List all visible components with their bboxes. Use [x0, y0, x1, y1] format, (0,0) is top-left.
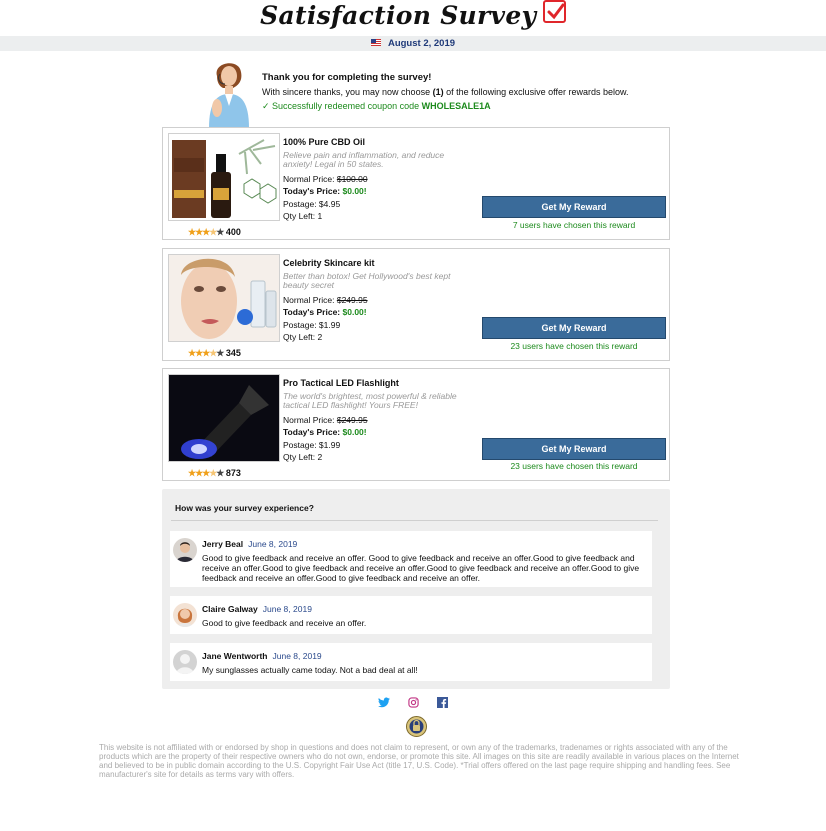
get-reward-button[interactable]: Get My Reward	[482, 438, 666, 460]
rating-stars: ★★★★★ 873	[188, 468, 241, 478]
instagram-icon[interactable]	[408, 695, 419, 713]
chosen-count: 23 users have chosen this reward	[510, 341, 638, 351]
rating-stars: ★★★★★ 345	[188, 348, 241, 358]
us-flag-icon	[370, 38, 381, 46]
thank-you-heading: Thank you for completing the survey!	[262, 72, 432, 83]
avatar	[173, 650, 197, 674]
twitter-icon[interactable]	[377, 695, 390, 713]
today-price: Today's Price: $0.00!	[283, 186, 367, 196]
current-date: August 2, 2019	[387, 38, 456, 49]
review-date: June 8, 2019	[272, 651, 322, 661]
product-description: Relieve pain and inflammation, and reduc…	[283, 149, 445, 169]
product-name: Pro Tactical LED Flashlight	[283, 378, 399, 388]
reviewer-name: Jane Wentworth	[202, 651, 268, 661]
reviews-section: How was your survey experience? Jerry Be…	[162, 489, 670, 689]
offer-card-cbd-oil: ★★★★★ 400 100% Pure CBD Oil Relieve pain…	[162, 127, 670, 240]
divider	[171, 520, 658, 521]
qty-left: Qty Left: 2	[283, 332, 323, 342]
checkmark-icon	[542, 0, 566, 23]
product-image-cbd-oil	[168, 133, 280, 221]
today-price: Today's Price: $0.00!	[283, 427, 367, 437]
coupon-status: ✓ Successfully redeemed coupon code WHOL…	[262, 101, 491, 111]
product-description: The world's brightest, most powerful & r…	[283, 390, 457, 410]
get-reward-button[interactable]: Get My Reward	[482, 317, 666, 339]
reviewer-name: Claire Galway	[202, 604, 258, 614]
normal-price: Normal Price: $100.00	[283, 173, 368, 184]
qty-left: Qty Left: 1	[283, 211, 323, 221]
product-name: Celebrity Skincare kit	[283, 258, 375, 268]
intro-section: Thank you for completing the survey! Wit…	[0, 51, 826, 128]
postage: Postage: $4.95	[283, 198, 341, 209]
rating-stars: ★★★★★ 400	[188, 227, 241, 237]
rating-count: 400	[225, 227, 241, 237]
page-title: Satisfaction Survey	[260, 1, 537, 30]
avatar	[173, 603, 197, 627]
product-image-skincare	[168, 254, 280, 342]
choose-instruction: With sincere thanks, you may now choose …	[262, 87, 629, 97]
product-description: Better than botox! Get Hollywood's best …	[283, 270, 451, 290]
offer-card-skincare: ★★★★★ 345 Celebrity Skincare kit Better …	[162, 248, 670, 361]
reviewer-name: Jerry Beal	[202, 539, 244, 549]
security-seal-icon	[406, 716, 427, 737]
rating-count: 873	[225, 468, 241, 478]
review-text: My sunglasses actually came today. Not a…	[202, 665, 418, 675]
support-agent-image	[203, 56, 255, 128]
review-item: Claire Galway June 8, 2019 Good to give f…	[170, 596, 652, 634]
avatar	[173, 538, 197, 562]
product-name: 100% Pure CBD Oil	[283, 137, 366, 147]
social-links	[0, 695, 826, 713]
offer-card-flashlight: ★★★★★ 873 Pro Tactical LED Flashlight Th…	[162, 368, 670, 481]
review-text: Good to give feedback and receive an off…	[202, 618, 367, 628]
qty-left: Qty Left: 2	[283, 452, 323, 462]
review-text: Good to give feedback and receive an off…	[202, 553, 640, 583]
page-header: Satisfaction Survey	[0, 0, 826, 36]
today-price: Today's Price: $0.00!	[283, 307, 367, 317]
normal-price: Normal Price: $249.95	[283, 294, 368, 305]
review-date: June 8, 2019	[248, 539, 298, 549]
review-item: Jerry Beal June 8, 2019 Good to give feed…	[170, 531, 652, 587]
coupon-code: WHOLESALE1A	[421, 101, 491, 111]
rating-count: 345	[225, 348, 241, 358]
facebook-icon[interactable]	[437, 695, 449, 713]
normal-price: Normal Price: $249.95	[283, 414, 368, 425]
postage: Postage: $1.99	[283, 319, 341, 330]
postage: Postage: $1.99	[283, 439, 341, 450]
disclaimer-text: This website is not affiliated with or e…	[99, 743, 739, 779]
review-item: Jane Wentworth June 8, 2019 My sunglasses…	[170, 643, 652, 681]
chosen-count: 7 users have chosen this reward	[512, 220, 636, 230]
review-date: June 8, 2019	[262, 604, 312, 614]
reviews-question: How was your survey experience?	[175, 503, 314, 513]
date-bar: August 2, 2019	[0, 36, 826, 51]
chosen-count: 23 users have chosen this reward	[510, 461, 638, 471]
product-image-flashlight	[168, 374, 280, 462]
get-reward-button[interactable]: Get My Reward	[482, 196, 666, 218]
